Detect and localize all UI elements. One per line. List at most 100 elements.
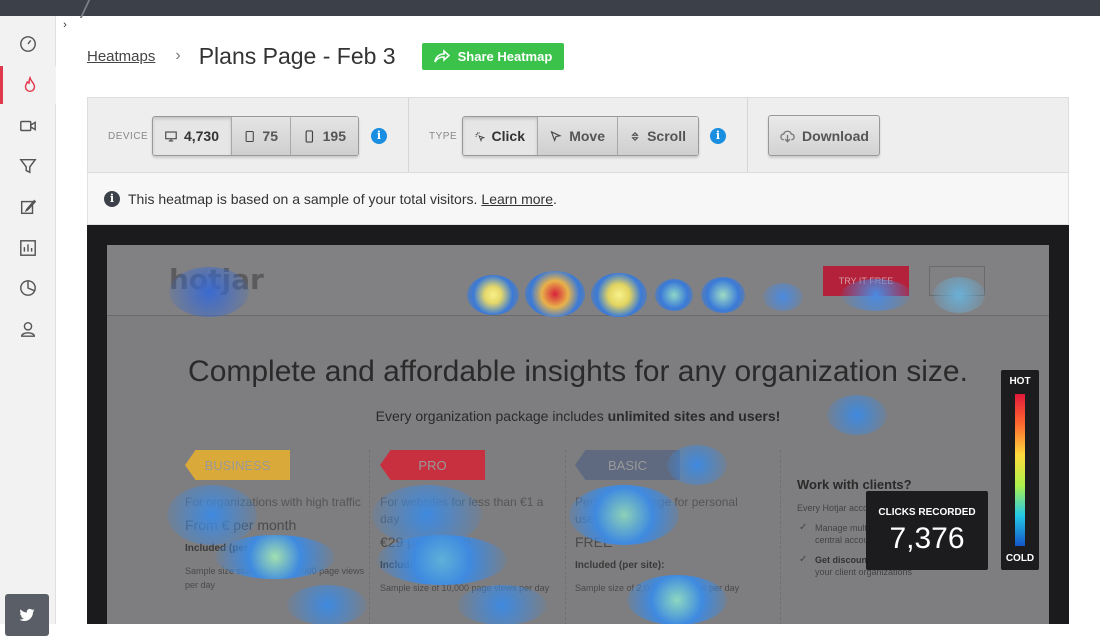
device-selector: 4,730 75 195 (152, 116, 359, 156)
sidebar-item-forms[interactable] (0, 188, 56, 226)
page-title: Plans Page - Feb 3 (198, 42, 396, 69)
tablet-icon (245, 130, 254, 142)
sidebar-item-heatmaps[interactable] (0, 66, 56, 104)
type-move-button[interactable]: Move (538, 117, 618, 155)
sidebar-item-recruiters[interactable] (0, 310, 56, 348)
site-header: hotjar TRY IT FREE (107, 245, 1049, 316)
clicks-recorded-value: 7,376 (889, 522, 965, 555)
click-icon (475, 131, 485, 142)
type-selector: Click Move Scroll (462, 116, 699, 156)
download-button[interactable]: Download (768, 115, 880, 156)
plan-price: €29 per month (380, 534, 471, 550)
plan-included: Included (per site): (185, 543, 275, 554)
toolbar-divider (408, 98, 409, 172)
sidebar (0, 16, 56, 636)
edit-form-icon (20, 199, 37, 215)
sidebar-item-funnels[interactable] (0, 147, 56, 185)
plan-sample: Sample size of 10,000 page views per day (380, 583, 550, 593)
cursor-icon (550, 130, 562, 142)
type-info-icon[interactable]: i (710, 128, 726, 144)
site-hero-title: Complete and affordable insights for any… (188, 355, 968, 388)
notice-suffix: . (553, 190, 557, 207)
plan-price: From € per month (185, 517, 297, 533)
device-info-icon[interactable]: i (371, 128, 387, 144)
plan-tag: BASIC (575, 450, 680, 480)
device-desktop-count: 4,730 (183, 128, 219, 144)
legend-hot-label: HOT (1009, 376, 1031, 387)
type-label: TYPE (429, 131, 458, 142)
plan-tag: BUSINESS (185, 450, 290, 480)
site-login-button (929, 266, 985, 296)
device-desktop-button[interactable]: 4,730 (153, 117, 232, 155)
top-bar-divider (79, 0, 91, 18)
plan-pro: PRO For websites for less than €1 a day … (380, 450, 565, 595)
download-label: Download (802, 127, 869, 144)
sample-notice: i This heatmap is based on a sample of y… (87, 173, 1069, 225)
type-click-button[interactable]: Click (463, 117, 538, 155)
device-tablet-button[interactable]: 75 (232, 117, 291, 155)
share-heatmap-button[interactable]: Share Heatmap (421, 42, 565, 70)
plan-text: For organizations with high traffic (185, 495, 361, 509)
clients-title: Work with clients? (797, 477, 912, 492)
plan-text: Personal package for personal use (575, 495, 738, 526)
plan-tag: PRO (380, 450, 485, 480)
clicks-recorded-label: CLICKS RECORDED (878, 507, 976, 518)
site-hero-sub-bold: unlimited sites and users! (607, 408, 781, 424)
learn-more-link[interactable]: Learn more (481, 191, 553, 207)
plan-divider (369, 450, 370, 624)
legend-cold-label: COLD (1005, 553, 1035, 564)
legend-gradient-bar (1015, 394, 1025, 546)
breadcrumb-separator: › (175, 47, 181, 64)
notice-info-icon: i (104, 190, 120, 207)
video-camera-icon (20, 120, 36, 132)
plan-text: For websites for less than €1 a day (380, 495, 544, 526)
site-hero-title-wrap: Complete and affordable insights for any… (107, 355, 1049, 389)
type-click-label: Click (491, 128, 525, 144)
pie-chart-icon (20, 280, 36, 296)
plan-sample: Sample size of 2,000 page views per day (575, 583, 740, 593)
share-arrow-icon (433, 49, 450, 63)
plan-included: Included (per site): (575, 560, 665, 571)
phone-icon (305, 129, 314, 143)
device-tablet-count: 75 (262, 128, 278, 144)
sidebar-item-polls[interactable] (0, 229, 56, 267)
top-bar (0, 0, 1100, 18)
type-scroll-button[interactable]: Scroll (618, 117, 698, 155)
sidebar-item-surveys[interactable] (0, 269, 56, 307)
device-label: DEVICE (108, 131, 149, 142)
plan-divider (780, 450, 781, 624)
desktop-icon (165, 130, 177, 142)
site-hero-sub: Every organization package includes (375, 408, 608, 424)
scroll-icon (631, 131, 639, 141)
sidebar-item-recordings[interactable] (0, 107, 56, 145)
toolbar-divider (747, 98, 748, 172)
user-icon (20, 321, 36, 337)
funnel-icon (19, 158, 37, 174)
type-scroll-label: Scroll (647, 128, 686, 144)
sidebar-collapse-toggle[interactable]: › (58, 18, 72, 32)
device-phone-count: 195 (322, 128, 346, 144)
clicks-recorded-panel: CLICKS RECORDED 7,376 (866, 491, 988, 570)
twitter-icon (19, 608, 35, 621)
sidebar-item-dashboard[interactable] (0, 25, 56, 63)
plan-basic: BASIC Personal package for personal use … (575, 450, 760, 595)
dashboard-icon (20, 36, 36, 52)
cloud-download-icon (780, 130, 795, 143)
device-phone-button[interactable]: 195 (291, 117, 358, 155)
type-move-label: Move (569, 128, 605, 144)
plan-sample: Sample size starting from 20,000 page vi… (185, 566, 365, 590)
flame-icon (24, 76, 35, 93)
breadcrumb-heatmaps[interactable]: Heatmaps (87, 48, 155, 65)
heat-legend: HOT COLD (1001, 370, 1039, 570)
twitter-button[interactable] (5, 594, 49, 636)
share-heatmap-label: Share Heatmap (457, 48, 553, 64)
plan-price: FREE (575, 534, 613, 550)
plan-divider (565, 450, 566, 624)
plan-included: Included (per site): (380, 560, 470, 571)
notice-text: This heatmap is based on a sample of you… (128, 190, 478, 207)
bar-chart-icon (20, 240, 36, 256)
page-header: Heatmaps › Plans Page - Feb 3 Share Heat… (87, 38, 565, 74)
site-logo: hotjar (169, 263, 264, 296)
plan-business: BUSINESS For organizations with high tra… (185, 450, 370, 592)
site-cta-button: TRY IT FREE (823, 266, 909, 296)
